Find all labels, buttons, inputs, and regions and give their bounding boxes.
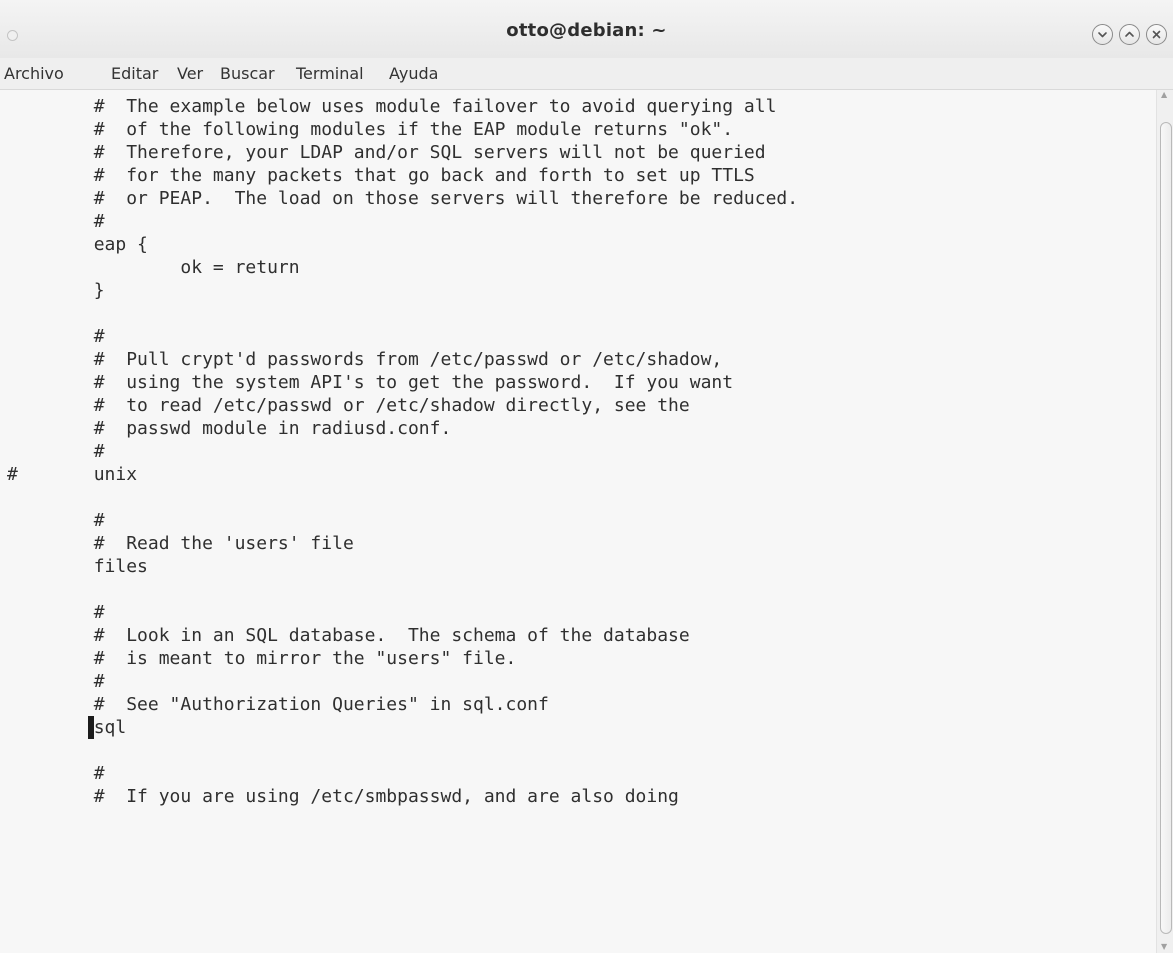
terminal-line: # for the many packets that go back and … [7,165,755,186]
terminal-line: # [7,763,105,784]
text-cursor [87,716,94,739]
terminal-line: # Look in an SQL database. The schema of… [7,625,690,646]
menu-item-terminal[interactable]: Terminal [296,64,364,83]
vertical-scrollbar[interactable]: ▲ ▼ [1156,90,1173,953]
terminal-line: # [7,671,105,692]
terminal-line: # of the following modules if the EAP mo… [7,119,734,140]
terminal-line: # [7,602,105,623]
terminal-line: # or PEAP. The load on those servers wil… [7,188,799,209]
menu-item-archivo[interactable]: Archivo [4,64,64,83]
terminal-line: files [7,556,148,577]
terminal-line: # to read /etc/passwd or /etc/shadow dir… [7,395,690,416]
terminal-line: # using the system API's to get the pass… [7,372,734,393]
scroll-up-icon[interactable]: ▲ [1161,90,1167,99]
window-title: otto@debian: ~ [506,20,667,41]
menu-bar: Archivo Editar Ver Buscar Terminal Ayuda [0,58,1173,90]
close-button[interactable] [1146,24,1167,45]
terminal-line: # Read the 'users' file [7,533,354,554]
chevron-up-icon [1124,29,1135,40]
terminal-line: # See "Authorization Queries" in sql.con… [7,694,549,715]
terminal-line: # [7,441,105,462]
terminal-line: # Pull crypt'd passwords from /etc/passw… [7,349,723,370]
menu-item-ayuda[interactable]: Ayuda [389,64,438,83]
title-bar[interactable]: otto@debian: ~ [0,0,1173,59]
scroll-down-icon[interactable]: ▼ [1161,942,1167,951]
terminal-line: # unix [7,464,138,485]
terminal-line: ok = return [7,257,300,278]
close-icon [1151,29,1162,40]
terminal-window: otto@debian: ~ Archivo Editar Ver Buscar… [0,0,1173,953]
minimize-button[interactable] [1092,24,1113,45]
terminal-line: # If you are using /etc/smbpasswd, and a… [7,786,679,807]
terminal-output[interactable]: # The example below uses module failover… [0,90,1156,953]
terminal-line: # [7,326,105,347]
terminal-line: # passwd module in radiusd.conf. [7,418,452,439]
terminal-line: sql [7,717,127,738]
menu-item-editar[interactable]: Editar [111,64,158,83]
terminal-line: } [7,280,105,301]
menu-item-buscar[interactable]: Buscar [220,64,275,83]
terminal-line: # [7,211,105,232]
terminal-line: # [7,510,105,531]
maximize-button[interactable] [1119,24,1140,45]
terminal-line: # The example below uses module failover… [7,96,777,117]
menu-item-ver[interactable]: Ver [177,64,203,83]
terminal-line: eap { [7,234,148,255]
terminal-line: # is meant to mirror the "users" file. [7,648,517,669]
terminal-line: # Therefore, your LDAP and/or SQL server… [7,142,766,163]
scrollbar-thumb[interactable] [1160,122,1172,934]
chevron-down-icon [1097,29,1108,40]
